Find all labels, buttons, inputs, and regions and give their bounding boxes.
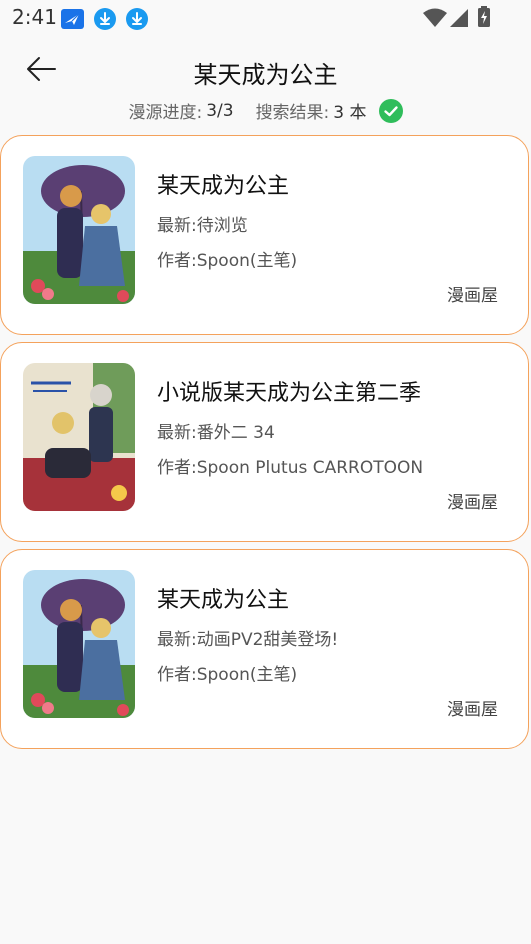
battery-icon bbox=[477, 6, 491, 32]
latest-chapter: 最新:番外二 34 bbox=[157, 423, 275, 443]
result-card[interactable]: 某天成为公主 最新:待浏览 作者:Spoon(主笔) 漫画屋 bbox=[0, 135, 529, 335]
progress-value: 3/3 bbox=[206, 100, 234, 121]
page-title: 某天成为公主 bbox=[193, 61, 338, 89]
status-bar: 2:41 bbox=[0, 0, 531, 36]
signal-icon bbox=[449, 8, 469, 32]
download-icon bbox=[94, 8, 116, 30]
result-card[interactable]: 某天成为公主 最新:动画PV2甜美登场! 作者:Spoon(主笔) 漫画屋 bbox=[0, 549, 529, 749]
plane-app-icon bbox=[61, 9, 84, 29]
author-text: 作者:Spoon(主笔) bbox=[157, 665, 298, 685]
check-circle-icon bbox=[378, 98, 403, 123]
wifi-icon bbox=[423, 8, 447, 32]
result-label: 搜索结果: bbox=[255, 103, 330, 123]
download-icon bbox=[126, 8, 148, 30]
manga-cover-image bbox=[23, 156, 135, 304]
source-label: 漫画屋 bbox=[447, 286, 498, 306]
manga-title: 某天成为公主 bbox=[157, 588, 290, 613]
search-status: 漫源进度: 3/3 搜索结果: 3 本 bbox=[0, 98, 531, 123]
manga-cover-image bbox=[23, 363, 135, 511]
author-text: 作者:Spoon Plutus CARROTOON bbox=[157, 458, 424, 478]
status-time: 2:41 bbox=[12, 5, 57, 29]
source-label: 漫画屋 bbox=[447, 700, 498, 720]
source-label: 漫画屋 bbox=[447, 493, 498, 513]
manga-cover-image bbox=[23, 570, 135, 718]
latest-chapter: 最新:待浏览 bbox=[157, 216, 248, 236]
progress-label: 漫源进度: bbox=[128, 103, 203, 123]
top-app-bar: 某天成为公主 bbox=[0, 40, 531, 100]
latest-chapter: 最新:动画PV2甜美登场! bbox=[157, 630, 339, 650]
manga-title: 小说版某天成为公主第二季 bbox=[157, 381, 422, 406]
result-card[interactable]: 小说版某天成为公主第二季 最新:番外二 34 作者:Spoon Plutus C… bbox=[0, 342, 529, 542]
result-value: 3 本 bbox=[333, 103, 367, 123]
author-text: 作者:Spoon(主笔) bbox=[157, 251, 298, 271]
manga-title: 某天成为公主 bbox=[157, 174, 290, 199]
